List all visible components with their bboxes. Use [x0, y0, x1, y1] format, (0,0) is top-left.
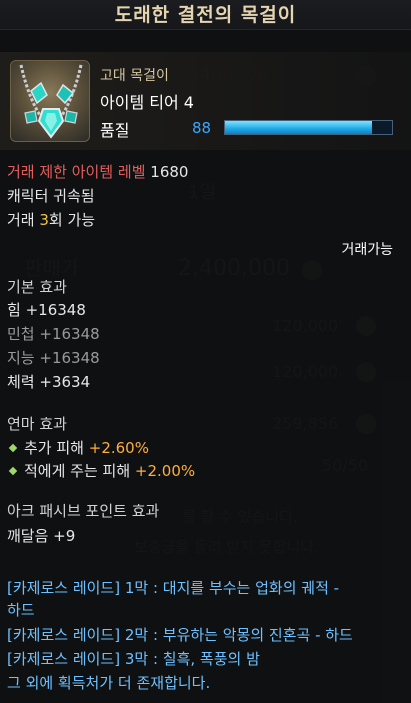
item-level-label: 거래 제한 아이템 레벨	[7, 163, 146, 181]
ark-passive-point: 깨달음 +9	[7, 527, 76, 545]
stat-name: 민첩	[7, 325, 35, 343]
refine-effect-value: +2.60%	[88, 439, 149, 457]
refine-effect-name: 적에게 주는 피해	[24, 462, 131, 480]
refine-effect-name: 추가 피해	[24, 439, 84, 457]
refine-effect-1: 추가 피해 +2.60%	[4, 437, 149, 458]
item-tier: 아이템 티어 4	[100, 93, 194, 112]
diamond-bullet-icon	[8, 443, 18, 453]
stat-value: +16348	[39, 349, 100, 367]
bound-status: 캐릭터 귀속됨	[7, 187, 95, 205]
stat-strength: 힘 +16348	[7, 299, 86, 320]
stat-dexterity: 민첩 +16348	[7, 323, 100, 344]
necklace-icon	[10, 60, 90, 142]
quality-value: 88	[192, 119, 212, 137]
source-line-3: [카제로스 레이드] 2막 : 부유하는 악몽의 진혼곡 - 하드	[7, 626, 353, 644]
quality-bar	[224, 120, 393, 135]
stat-name: 체력	[7, 373, 35, 391]
tooltip-title-bar: 도래한 결전의 목걸이	[0, 0, 411, 30]
item-tooltip: 도래한 결전의 목걸이 고대 목걸이 아이템 티어 4 품질 88 거래 제한 …	[0, 0, 411, 703]
item-level-value: 1680	[150, 163, 189, 181]
stat-value: +3634	[39, 373, 91, 391]
diamond-bullet-icon	[8, 466, 18, 476]
item-name: 도래한 결전의 목걸이	[114, 4, 297, 26]
tradable-status: 거래가능	[341, 242, 393, 258]
trade-count-prefix: 거래	[7, 211, 40, 229]
stat-vitality: 체력 +3634	[7, 371, 90, 392]
quality-bar-fill	[225, 121, 372, 134]
stat-value: +16348	[25, 301, 86, 319]
source-line-4: [카제로스 레이드] 3막 : 칠흑, 폭풍의 밤	[7, 650, 260, 668]
item-grade: 고대 목걸이	[100, 68, 169, 84]
refine-effect-title: 연마 효과	[7, 415, 67, 433]
stat-name: 힘	[7, 301, 21, 319]
basic-effect-title: 기본 효과	[7, 278, 67, 296]
stat-value: +16348	[39, 325, 100, 343]
quality-label: 품질	[100, 121, 130, 140]
refine-effect-value: +2.00%	[134, 462, 196, 480]
trade-count-value: 3	[39, 211, 49, 229]
stat-intelligence: 지능 +16348	[7, 347, 100, 368]
source-line-5: 그 외에 획득처가 더 존재합니다.	[7, 674, 211, 692]
trade-count: 거래 3회 가능	[7, 209, 95, 230]
stat-name: 지능	[7, 349, 35, 367]
source-line-2: 하드	[7, 601, 35, 619]
refine-effect-2: 적에게 주는 피해 +2.00%	[4, 460, 195, 481]
source-line-1: [카제로스 레이드] 1막 : 대지를 부수는 업화의 궤적 -	[7, 579, 340, 597]
ark-passive-title: 아크 패시브 포인트 효과	[7, 502, 160, 520]
item-level-requirement: 거래 제한 아이템 레벨 1680	[7, 161, 188, 182]
trade-count-suffix: 회 가능	[48, 211, 96, 229]
